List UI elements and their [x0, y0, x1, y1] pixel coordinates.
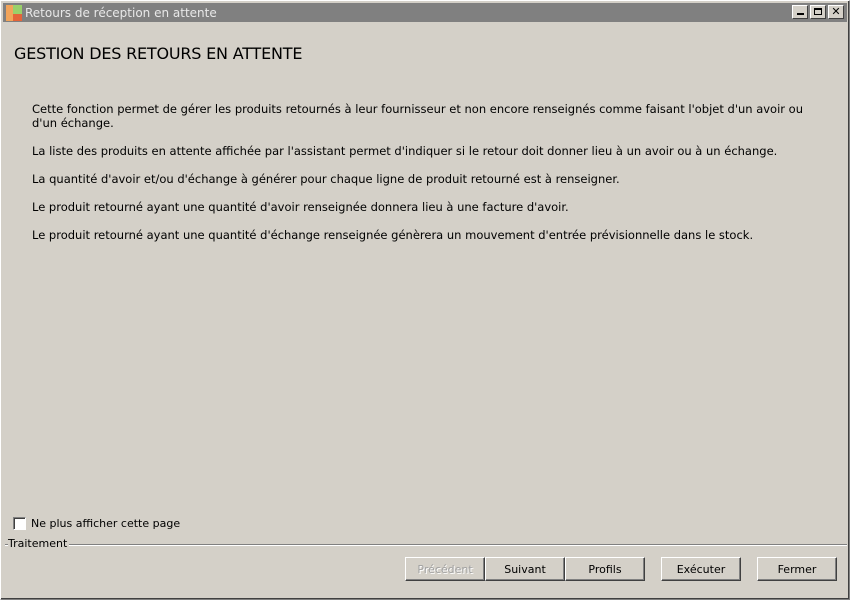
hide-page-label[interactable]: Ne plus afficher cette page	[31, 517, 180, 530]
description-paragraph: Le produit retourné ayant une quantité d…	[32, 228, 754, 242]
treatment-group-divider	[5, 544, 847, 546]
app-icon	[6, 4, 22, 21]
close-icon[interactable]: ✕	[828, 5, 844, 19]
hide-page-checkbox[interactable]	[13, 517, 26, 530]
profiles-button[interactable]: Profils	[565, 557, 645, 581]
next-button-label: Suivant	[504, 562, 546, 576]
close-button[interactable]: Fermer	[757, 557, 837, 581]
minimize-icon[interactable]	[792, 5, 808, 19]
profiles-button-label: Profils	[588, 562, 622, 576]
description-paragraph: Cette fonction permet de gérer les produ…	[32, 102, 803, 130]
close-button-label: Fermer	[777, 562, 817, 576]
window-controls: ✕	[792, 5, 844, 19]
window-title: Retours de réception en attente	[25, 5, 217, 20]
hide-page-option[interactable]: Ne plus afficher cette page	[13, 517, 180, 530]
treatment-group-label: Traitement	[8, 537, 70, 550]
description-paragraph: La liste des produits en attente affiché…	[32, 144, 778, 158]
page-title: GESTION DES RETOURS EN ATTENTE	[14, 44, 303, 63]
description-paragraph: Le produit retourné ayant une quantité d…	[32, 200, 569, 214]
previous-button-label: Précédent	[417, 562, 473, 576]
title-bar[interactable]: Retours de réception en attente ✕	[3, 3, 847, 22]
previous-button[interactable]: Précédent	[405, 557, 485, 581]
maximize-icon[interactable]	[810, 5, 826, 19]
next-button[interactable]: Suivant	[485, 557, 565, 581]
description-paragraph: La quantité d'avoir et/ou d'échange à gé…	[32, 172, 620, 186]
execute-button[interactable]: Exécuter	[661, 557, 741, 581]
execute-button-label: Exécuter	[676, 562, 726, 576]
description: Cette fonction permet de gérer les produ…	[32, 102, 812, 256]
wizard-window: Retours de réception en attente ✕ GESTIO…	[0, 0, 850, 600]
